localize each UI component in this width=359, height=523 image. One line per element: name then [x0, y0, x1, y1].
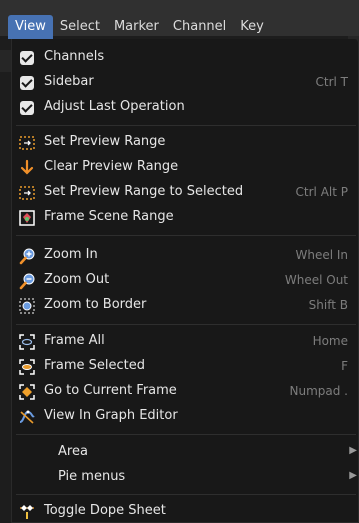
menu-item-go-to-current-frame[interactable]: Go to Current Frame Numpad . [12, 380, 358, 404]
menu-item-view-in-graph-editor[interactable]: View In Graph Editor [12, 405, 358, 429]
shortcut-label: Wheel Out [284, 273, 348, 287]
menu-key[interactable]: Key [233, 15, 271, 39]
menu-view[interactable]: View [8, 15, 53, 39]
menu-item-channels[interactable]: Channels [12, 46, 358, 70]
shortcut-label: Numpad . [289, 384, 349, 398]
menu-item-label: Channels [44, 49, 105, 64]
menu-item-zoom-to-border[interactable]: Zoom to Border Shift B [12, 294, 358, 318]
menu-item-label: Zoom Out [44, 272, 110, 287]
menu-item-label: Frame Selected [44, 358, 145, 373]
menu-item-label: Area [58, 444, 88, 459]
menu-item-zoom-in[interactable]: Zoom In Wheel In [12, 244, 358, 268]
menu-item-set-preview-range[interactable]: Set Preview Range [12, 131, 358, 155]
menu-item-label: Set Preview Range to Selected [44, 184, 244, 199]
menu-item-label: Go to Current Frame [44, 383, 177, 398]
menu-item-label: Sidebar [44, 74, 94, 89]
menu-item-toggle-dope-sheet[interactable]: Toggle Dope Sheet [12, 500, 358, 522]
checkbox-icon[interactable] [20, 101, 34, 115]
menu-item-frame-selected[interactable]: Frame Selected F [12, 355, 358, 379]
menu-item-label: Zoom to Border [44, 297, 147, 312]
checkbox-icon[interactable] [20, 76, 34, 90]
menu-item-label: Frame All [44, 333, 105, 348]
shortcut-label: Home [312, 334, 348, 348]
frame-selected-icon [19, 359, 35, 375]
menu-item-sidebar[interactable]: Sidebar Ctrl T [12, 71, 358, 95]
toggle-dope-sheet-icon [20, 505, 34, 519]
graph-editor-icon [19, 410, 35, 424]
menu-item-label: Toggle Dope Sheet [44, 503, 166, 518]
shortcut-label: Wheel In [295, 248, 348, 262]
menu-item-label: Adjust Last Operation [44, 99, 185, 114]
menu-item-frame-scene-range[interactable]: Frame Scene Range [12, 206, 358, 230]
menu-item-zoom-out[interactable]: Zoom Out Wheel Out [12, 269, 358, 293]
menu-separator [16, 125, 356, 126]
submenu-arrow-icon: ▶ [349, 470, 357, 481]
menu-item-label: Zoom In [44, 247, 98, 262]
menu-item-frame-all[interactable]: Frame All Home [12, 330, 358, 354]
shortcut-label: Ctrl Alt P [295, 185, 348, 199]
menu-separator [16, 434, 356, 435]
menu-separator [16, 324, 356, 325]
menu-item-label: View In Graph Editor [44, 408, 178, 423]
set-preview-range-icon [19, 136, 35, 150]
zoom-out-icon [19, 273, 35, 290]
shortcut-label: Shift B [308, 298, 348, 312]
menu-item-adjust-last-operation[interactable]: Adjust Last Operation [12, 96, 358, 120]
menu-item-pie-menus[interactable]: Pie menus ▶ [12, 466, 358, 490]
submenu-arrow-icon: ▶ [349, 445, 357, 456]
menu-item-label: Set Preview Range [44, 134, 166, 149]
set-preview-range-selected-icon [19, 186, 35, 200]
menu-item-set-preview-range-selected[interactable]: Set Preview Range to Selected Ctrl Alt P [12, 181, 358, 205]
menubar: View Select Marker Channel Key [8, 15, 271, 39]
menu-item-label: Frame Scene Range [44, 209, 174, 224]
shortcut-label: F [341, 359, 348, 373]
view-menu-dropdown: Channels Sidebar Ctrl T Adjust Last Oper… [11, 39, 359, 523]
current-frame-icon [19, 384, 35, 400]
menu-channel[interactable]: Channel [166, 15, 233, 39]
frame-all-icon [19, 334, 35, 350]
clear-preview-range-icon [20, 159, 34, 175]
menu-separator [16, 494, 356, 495]
menu-select[interactable]: Select [53, 15, 107, 39]
menu-item-label: Clear Preview Range [44, 159, 179, 174]
menu-separator [16, 235, 356, 236]
menu-marker[interactable]: Marker [107, 15, 166, 39]
shortcut-label: Ctrl T [315, 75, 349, 89]
menu-item-label: Pie menus [58, 469, 126, 484]
menu-item-area[interactable]: Area ▶ [12, 441, 358, 465]
zoom-border-icon [19, 298, 35, 314]
zoom-in-icon [19, 248, 35, 265]
menu-item-clear-preview-range[interactable]: Clear Preview Range [12, 156, 358, 180]
checkbox-icon[interactable] [20, 51, 34, 65]
frame-scene-range-icon [19, 210, 35, 226]
